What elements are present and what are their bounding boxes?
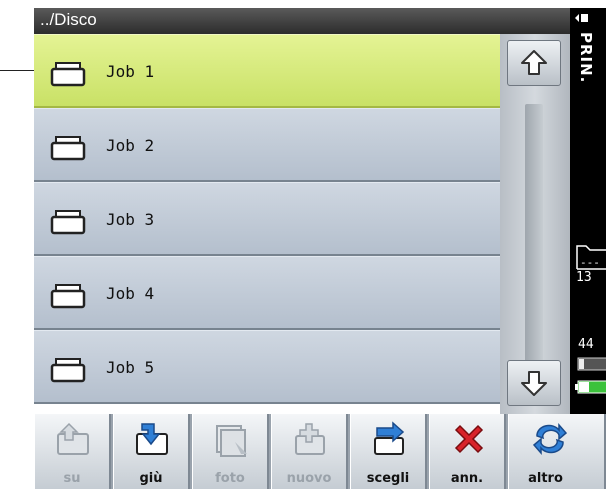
job-label: Job 3 xyxy=(106,210,155,229)
memory-bar-icon xyxy=(577,357,606,371)
memory-value: 44 xyxy=(578,337,594,352)
su-label: su xyxy=(63,471,81,486)
job-label: Job 1 xyxy=(106,62,155,81)
new-folder-icon xyxy=(295,423,325,455)
job-item-2[interactable]: Job 2 xyxy=(34,108,500,182)
folder-dashes: --- xyxy=(580,256,600,269)
scroll-track[interactable] xyxy=(525,104,543,372)
scegli-button[interactable]: scegli xyxy=(350,414,427,489)
arrow-up-icon xyxy=(521,50,547,75)
job-icon xyxy=(50,358,86,383)
ann-button[interactable]: ann. xyxy=(429,414,506,489)
path-bar: ../Disco xyxy=(34,8,570,34)
folder-up-icon xyxy=(57,422,89,455)
scroll-down-button[interactable] xyxy=(507,360,561,406)
job-item-3[interactable]: Job 3 xyxy=(34,182,500,256)
photo-icon xyxy=(216,425,247,457)
job-item-1[interactable]: Job 1 xyxy=(34,34,500,108)
job-list[interactable]: Job 1 Job 2 Job 3 Job 4 Job 5 xyxy=(34,34,500,414)
nuovo-label: nuovo xyxy=(286,471,332,486)
print-label: PRIN. xyxy=(577,32,595,84)
job-icon xyxy=(50,284,86,309)
leader-line xyxy=(0,70,34,71)
job-item-4[interactable]: Job 4 xyxy=(34,256,500,330)
battery-icon xyxy=(575,380,606,394)
ann-label: ann. xyxy=(450,471,484,486)
giu-label: giù xyxy=(139,471,163,486)
foto-label: foto xyxy=(215,471,245,486)
job-icon xyxy=(50,210,86,235)
job-item-5[interactable]: Job 5 xyxy=(34,330,500,404)
nuovo-button[interactable]: nuovo xyxy=(271,414,348,489)
job-count: 13 xyxy=(576,270,592,285)
scroll-up-button[interactable] xyxy=(507,40,561,86)
job-label: Job 5 xyxy=(106,358,155,377)
print-arrow-icon xyxy=(575,14,588,22)
arrow-down-icon xyxy=(521,371,547,396)
toolbar: su giù foto nuovo scegli ann. altro xyxy=(34,414,606,489)
altro-button[interactable]: altro xyxy=(508,414,606,489)
job-label: Job 4 xyxy=(106,284,155,303)
scroll-column xyxy=(500,34,570,414)
job-label: Job 2 xyxy=(106,136,155,155)
folder-down-icon xyxy=(136,423,168,455)
select-icon xyxy=(374,421,405,455)
scegli-label: scegli xyxy=(366,471,410,486)
print-indicator: PRIN. xyxy=(570,12,606,102)
status-strip: PRIN. --- 13 44 xyxy=(570,8,606,414)
path-label: ../Disco xyxy=(40,10,97,29)
cancel-icon xyxy=(454,424,484,454)
foto-button[interactable]: foto xyxy=(192,414,269,489)
altro-label: altro xyxy=(528,471,563,486)
job-icon xyxy=(50,62,86,87)
giu-button[interactable]: giù xyxy=(113,414,190,489)
job-icon xyxy=(50,136,86,161)
refresh-icon xyxy=(532,423,568,455)
su-button[interactable]: su xyxy=(34,414,111,489)
